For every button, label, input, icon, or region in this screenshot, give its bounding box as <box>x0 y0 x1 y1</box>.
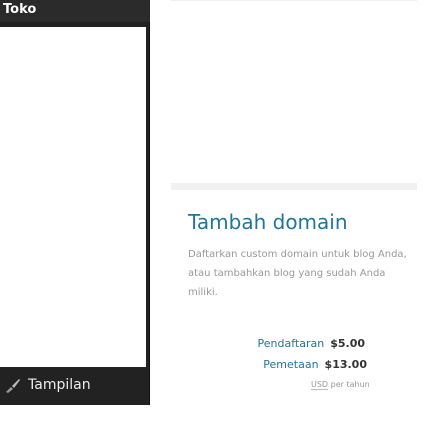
currency-label: USD <box>311 380 329 390</box>
add-domain-card: Tambah domain Daftarkan custom domain un… <box>171 183 417 405</box>
sidebar-submenu-panel <box>0 27 146 367</box>
admin-sidebar: Toko Tampilan <box>0 0 150 405</box>
price-row-registration: Pendaftaran $5.00 <box>258 337 365 350</box>
sidebar-item-tampilan[interactable]: Tampilan <box>0 370 150 400</box>
divider <box>171 0 417 1</box>
price-note: USD per tahun <box>311 380 370 390</box>
price-row-mapping: Pemetaan $13.00 <box>263 358 367 371</box>
price-value: $5.00 <box>330 337 365 350</box>
price-label: Pemetaan <box>263 358 319 371</box>
sidebar-item-label: Tampilan <box>28 377 91 393</box>
sidebar-menu-item-toko[interactable]: Toko <box>0 0 150 22</box>
price-value: $13.00 <box>324 358 367 371</box>
card-description: Daftarkan custom domain untuk blog Anda,… <box>188 249 407 298</box>
brush-icon <box>4 376 22 394</box>
sidebar-menu-label: Toko <box>3 2 37 17</box>
period-label: per tahun <box>330 380 370 389</box>
card-title[interactable]: Tambah domain <box>188 210 348 234</box>
price-label: Pendaftaran <box>257 337 325 350</box>
